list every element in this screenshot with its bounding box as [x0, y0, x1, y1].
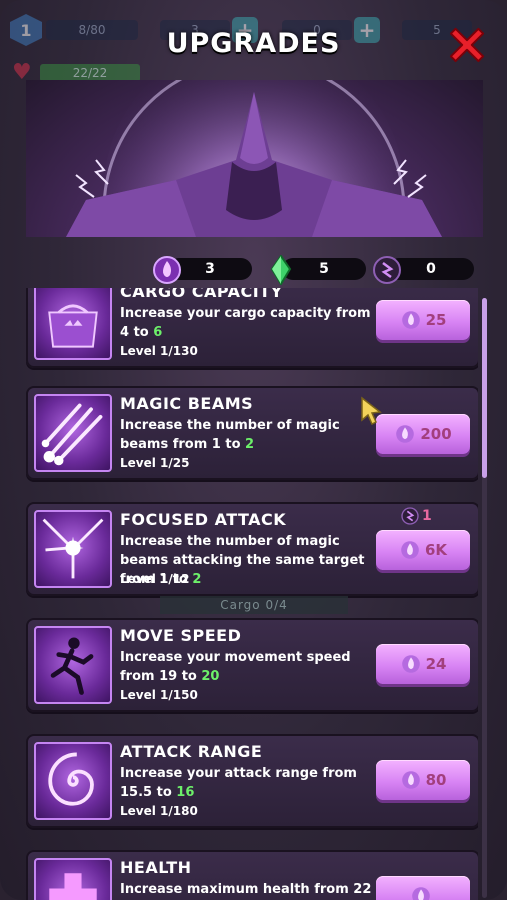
- upgrade-card-health: HEALTH Increase maximum health from 22: [26, 850, 478, 900]
- page-title: UPGRADES: [166, 28, 341, 59]
- upgrade-price: 200: [420, 425, 452, 443]
- currency-runes: 0: [372, 255, 476, 284]
- green-crystal-icon: [270, 255, 292, 285]
- upgrade-name: CARGO CAPACITY: [120, 288, 283, 301]
- buy-attack-range-button[interactable]: 80: [376, 760, 470, 800]
- upgrade-name: HEALTH: [120, 858, 192, 877]
- upgrade-name: MAGIC BEAMS: [120, 394, 254, 413]
- close-button[interactable]: [447, 24, 487, 64]
- purple-flame-orb-icon: [396, 425, 415, 443]
- upgrade-level: Level 1/25: [120, 456, 190, 470]
- buy-cargo-button[interactable]: 25: [376, 300, 470, 340]
- currency-orbs: 3: [152, 255, 254, 284]
- running-figure-icon: [34, 626, 112, 704]
- upgrade-price: 80: [425, 771, 447, 789]
- upgrade-card-magic-beams: MAGIC BEAMS Increase the number of magic…: [26, 386, 478, 480]
- purple-flame-orb-icon: [401, 311, 420, 329]
- upgrade-level: Level 1/130: [120, 344, 198, 358]
- upgrade-level: Level 1/150: [120, 688, 198, 702]
- upgrade-card-move-speed: MOVE SPEED Increase your movement speed …: [26, 618, 478, 712]
- upgrade-card-focused-attack: 1 FOCUSED ATTACK Increase the number of …: [26, 502, 478, 596]
- upgrade-description: Increase maximum health from 22: [120, 882, 372, 897]
- buy-magic-beams-button[interactable]: 200: [376, 414, 470, 454]
- scrollbar-thumb[interactable]: [482, 298, 487, 478]
- buy-move-speed-button[interactable]: 24: [376, 644, 470, 684]
- pointer-cursor-icon: [361, 396, 382, 426]
- buy-health-button[interactable]: [376, 876, 470, 900]
- upgrade-name: FOCUSED ATTACK: [120, 510, 287, 529]
- upgrades-screen: 1 8/80 3 + 0 + 5 ♥ 22/22 UPGRADES 3 5 0 …: [0, 0, 507, 900]
- upgrade-level: Level 1/180: [120, 804, 198, 818]
- purple-flame-orb-icon: [401, 541, 419, 559]
- rune-requirement: 1: [400, 506, 432, 526]
- purple-flame-orb-icon: [153, 256, 181, 284]
- currency-crystals: 5: [266, 255, 366, 285]
- dark-rune-icon: [373, 256, 401, 284]
- upgrade-name: MOVE SPEED: [120, 626, 242, 645]
- upgrade-card-attack-range: ATTACK RANGE Increase your attack range …: [26, 734, 478, 828]
- focused-attack-icon: [34, 510, 112, 588]
- cargo-bag-icon: [34, 288, 112, 360]
- magic-beams-icon: [34, 394, 112, 472]
- upgrade-price: 24: [425, 655, 447, 673]
- health-cross-icon: [34, 858, 112, 900]
- upgrade-price: 25: [425, 311, 447, 329]
- upgrade-name: ATTACK RANGE: [120, 742, 263, 761]
- upgrade-card-cargo: CARGO CAPACITY Increase your cargo capac…: [26, 288, 478, 368]
- upgrade-price: 6K: [424, 541, 448, 559]
- upgrade-description: Increase your attack range from 15.5 to 1…: [120, 766, 357, 800]
- rune-requirement-value: 1: [422, 508, 432, 524]
- purple-flame-orb-icon: [401, 771, 420, 789]
- upgrade-description: Increase your movement speed from 19 to …: [120, 650, 351, 684]
- buy-focused-attack-button[interactable]: 6K: [376, 530, 470, 570]
- purple-flame-orb-icon: [401, 655, 420, 673]
- close-icon: [449, 27, 485, 63]
- upgrade-list[interactable]: CARGO CAPACITY Increase your cargo capac…: [26, 288, 478, 900]
- cargo-overlay-label: Cargo 0/4: [160, 596, 348, 614]
- upgrade-level: Level 1/12: [120, 572, 190, 586]
- upgrade-description: Increase the number of magic beams from …: [120, 418, 340, 452]
- wizard-banner-image: [26, 80, 483, 237]
- dark-rune-icon: [401, 507, 419, 525]
- upgrade-description: Increase your cargo capacity from 4 to 6: [120, 306, 371, 340]
- purple-flame-orb-icon: [412, 887, 430, 900]
- vortex-icon: [34, 742, 112, 820]
